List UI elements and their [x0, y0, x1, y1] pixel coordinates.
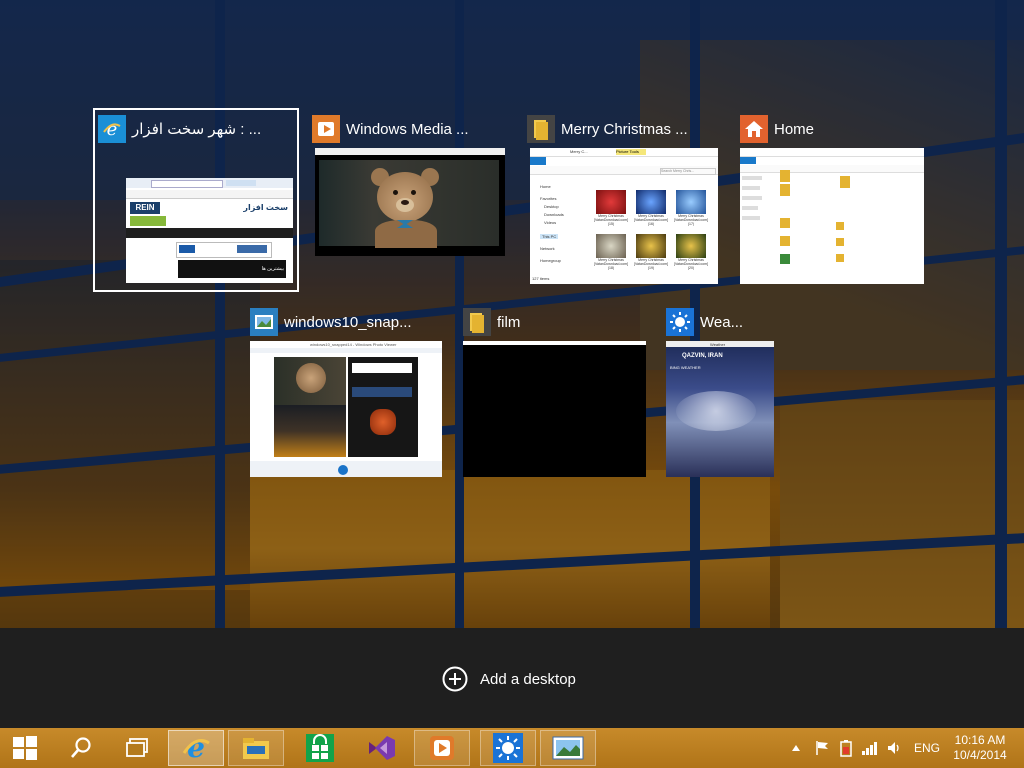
clock-date: 10/4/2014	[953, 748, 1007, 762]
window-thumbnail: REIN سخت افزار بیشترین ها	[126, 178, 293, 283]
window-title: windows10_snap...	[284, 313, 412, 331]
add-desktop-button[interactable]: Add a desktop	[442, 666, 576, 692]
plus-circle-icon	[442, 666, 468, 692]
window-title-bar: Home	[740, 114, 814, 144]
task-view-window-photo-viewer[interactable]: windows10_snap... windows10_snapped14 - …	[250, 307, 444, 479]
home-folder-icon	[740, 115, 768, 143]
taskbar-app-weather[interactable]	[480, 730, 536, 766]
window-title-bar: windows10_snap...	[250, 307, 412, 337]
internet-explorer-icon: e	[182, 733, 210, 763]
clock-time: 10:16 AM	[954, 733, 1006, 747]
window-thumbnail	[740, 148, 924, 284]
window-title: شهر سخت افزار : ...	[132, 121, 262, 138]
photo-viewer-icon	[552, 736, 584, 760]
signal-bars-icon	[862, 742, 877, 755]
weather-sun-icon	[666, 308, 694, 336]
window-thumbnail: Weather QAZVIN, IRAN BING WEATHER	[666, 341, 774, 477]
volume-button[interactable]	[884, 728, 904, 768]
language-indicator: ENG	[913, 741, 940, 755]
task-view-window-home[interactable]: Home	[740, 114, 926, 286]
window-title-bar: Wea...	[666, 307, 743, 337]
speaker-icon	[888, 742, 899, 754]
window-title: Wea...	[700, 313, 744, 331]
window-thumbnail: Merry C... Picture Tools Search Merry Ch…	[530, 148, 718, 284]
taskbar-app-photo-viewer[interactable]	[540, 730, 596, 766]
input-language-button[interactable]: ENG	[912, 728, 942, 768]
task-view-icon	[126, 738, 148, 757]
folder-icon	[463, 308, 491, 336]
weather-sun-icon	[493, 733, 523, 763]
thumb-logo: REIN	[130, 202, 160, 214]
flag-icon	[816, 741, 828, 755]
window-title-bar: Merry Christmas ...	[527, 114, 688, 144]
taskbar-app-visual-studio[interactable]	[354, 730, 410, 766]
task-view-window-weather[interactable]: Wea... Weather QAZVIN, IRAN BING WEATHER	[666, 307, 776, 479]
power-button[interactable]	[836, 728, 856, 768]
window-thumbnail	[463, 341, 646, 477]
photo-viewer-icon	[250, 308, 278, 336]
window-title: Windows Media ...	[346, 120, 469, 138]
visual-studio-icon	[369, 736, 395, 760]
task-view-window-merry-christmas[interactable]: Merry Christmas ... Merry C... Picture T…	[527, 114, 721, 286]
taskbar-app-store[interactable]	[292, 730, 348, 766]
thumb-tab: Picture Tools	[616, 149, 646, 155]
internet-explorer-icon: e	[98, 115, 126, 143]
windows-media-player-icon	[430, 736, 454, 760]
window-title-bar: Windows Media ...	[312, 114, 469, 144]
task-view-button[interactable]	[114, 728, 160, 768]
store-icon	[306, 734, 334, 762]
search-button[interactable]	[58, 728, 104, 768]
folder-icon	[527, 115, 555, 143]
task-view-window-film[interactable]: film	[463, 307, 647, 479]
thumb-site-name: سخت افزار	[243, 203, 288, 212]
file-explorer-icon	[243, 738, 269, 759]
taskbar-app-internet-explorer[interactable]: e	[168, 730, 224, 766]
task-view-window-windows-media-player[interactable]: Windows Media ...	[312, 114, 506, 258]
window-title-bar: e شهر سخت افزار : ...	[98, 114, 261, 144]
start-button[interactable]	[0, 728, 50, 768]
window-thumbnail	[315, 148, 505, 256]
thumb-search: Search Merry Chris...	[660, 168, 716, 175]
thumb-caption: بیشترین ها	[261, 266, 284, 272]
windows-logo-icon	[13, 736, 37, 760]
network-button[interactable]	[860, 728, 880, 768]
add-desktop-label: Add a desktop	[480, 670, 576, 688]
window-title: film	[497, 313, 521, 331]
teddy-bear-image	[371, 164, 441, 248]
thumb-condition: BING WEATHER	[670, 365, 701, 370]
svg-text:e: e	[107, 119, 118, 139]
window-thumbnail: windows10_snapped14 - Windows Photo View…	[250, 341, 442, 477]
window-title: Merry Christmas ...	[561, 120, 688, 138]
windows-media-player-icon	[312, 115, 340, 143]
clock-button[interactable]: 10:16 AM 10/4/2014	[946, 733, 1014, 763]
action-center-button[interactable]	[812, 728, 832, 768]
taskbar-app-windows-media-player[interactable]	[414, 730, 470, 766]
window-title-bar: film	[463, 307, 520, 337]
task-view-window-internet-explorer[interactable]: e شهر سخت افزار : ... REIN سخت افزار بیش…	[98, 114, 294, 288]
taskbar-app-file-explorer[interactable]	[228, 730, 284, 766]
battery-plug-icon	[840, 740, 852, 757]
chevron-up-icon	[792, 745, 800, 751]
search-icon	[71, 737, 91, 758]
thumb-city: QAZVIN, IRAN	[682, 353, 723, 359]
show-hidden-icons-button[interactable]	[788, 728, 804, 768]
window-title: Home	[774, 120, 815, 138]
